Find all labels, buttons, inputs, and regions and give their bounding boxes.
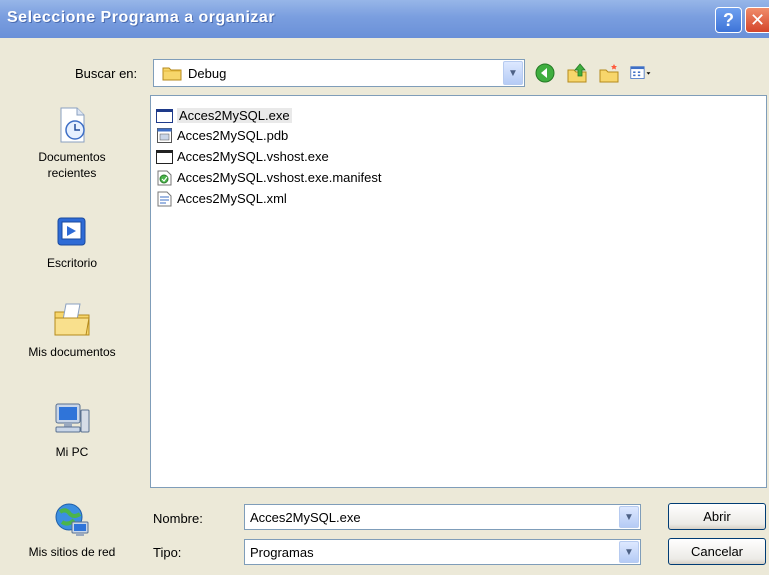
back-icon <box>535 63 555 83</box>
lookin-dropdown-button[interactable]: ▼ <box>503 61 523 85</box>
place-my-computer[interactable]: Mi PC <box>2 400 142 460</box>
lookin-combo[interactable]: Debug ▼ <box>153 59 525 87</box>
list-item[interactable]: Acces2MySQL.vshost.exe <box>156 147 329 166</box>
exe-icon <box>156 108 173 124</box>
help-button[interactable]: ? <box>715 7 742 33</box>
new-folder-icon <box>599 64 619 83</box>
view-menu-button[interactable] <box>630 62 652 84</box>
file-name: Acces2MySQL.exe <box>177 108 292 123</box>
window-title: Seleccione Programa a organizar <box>7 9 276 26</box>
new-folder-button[interactable] <box>598 62 620 84</box>
place-label: Mi PC <box>55 445 89 459</box>
file-name: Acces2MySQL.vshost.exe <box>177 149 329 164</box>
help-icon: ? <box>723 9 734 30</box>
place-label: Documentos recientes <box>38 150 106 180</box>
chevron-down-icon: ▼ <box>624 546 634 558</box>
toolbar <box>534 61 652 85</box>
place-label: Escritorio <box>46 256 97 270</box>
exe-icon <box>156 149 173 165</box>
up-folder-button[interactable] <box>566 62 588 84</box>
file-list[interactable]: Acces2MySQL.exe Acces2MySQL.pdb Acces2My… <box>150 95 767 488</box>
folder-icon <box>162 67 182 81</box>
filename-label: Nombre: <box>153 511 203 526</box>
my-computer-icon <box>55 403 90 433</box>
back-button[interactable] <box>534 62 556 84</box>
list-item[interactable]: Acces2MySQL.exe <box>156 106 292 125</box>
list-item[interactable]: Acces2MySQL.pdb <box>156 126 288 145</box>
open-button[interactable]: Abrir <box>668 503 766 530</box>
places-bar: Documentos recientes Escritorio Mis docu… <box>2 95 142 573</box>
chevron-down-icon: ▼ <box>624 511 634 523</box>
file-name: Acces2MySQL.xml <box>177 191 287 206</box>
chevron-down-icon: ▼ <box>508 67 518 79</box>
file-name: Acces2MySQL.pdb <box>177 128 289 143</box>
xml-icon <box>156 191 173 207</box>
list-item[interactable]: Acces2MySQL.vshost.exe.manifest <box>156 168 381 187</box>
lookin-value: Debug <box>188 65 227 81</box>
up-folder-icon <box>567 63 587 83</box>
file-name: Acces2MySQL.vshost.exe.manifest <box>177 170 382 185</box>
list-item[interactable]: Acces2MySQL.xml <box>156 189 287 208</box>
place-network-places[interactable]: Mis sitios de red <box>2 500 142 560</box>
lookin-label: Buscar en: <box>75 66 138 81</box>
desktop-icon <box>57 217 86 246</box>
view-menu-icon <box>630 66 651 79</box>
place-desktop[interactable]: Escritorio <box>2 213 142 271</box>
pdb-icon <box>156 128 173 144</box>
filetype-label: Tipo: <box>153 545 182 560</box>
filetype-value: Programas <box>250 544 314 560</box>
place-recent-documents[interactable]: Documentos recientes <box>2 105 142 181</box>
my-documents-icon <box>54 303 90 336</box>
network-places-icon <box>55 503 89 536</box>
close-button[interactable]: ✕ <box>745 7 769 33</box>
manifest-icon <box>156 170 173 186</box>
title-bar[interactable]: Seleccione Programa a organizar ? ✕ <box>0 0 769 38</box>
place-label: Mis sitios de red <box>28 545 116 559</box>
filename-dropdown-button[interactable]: ▼ <box>619 506 639 528</box>
filetype-select[interactable]: Programas ▼ <box>244 539 641 565</box>
close-icon: ✕ <box>749 9 766 30</box>
filename-value: Acces2MySQL.exe <box>250 509 361 525</box>
cancel-button[interactable]: Cancelar <box>668 538 766 565</box>
place-my-documents[interactable]: Mis documentos <box>2 300 142 360</box>
filetype-dropdown-button[interactable]: ▼ <box>619 541 639 563</box>
filename-field[interactable]: Acces2MySQL.exe ▼ <box>244 504 641 530</box>
place-label: Mis documentos <box>28 345 116 359</box>
recent-documents-icon <box>60 107 85 143</box>
